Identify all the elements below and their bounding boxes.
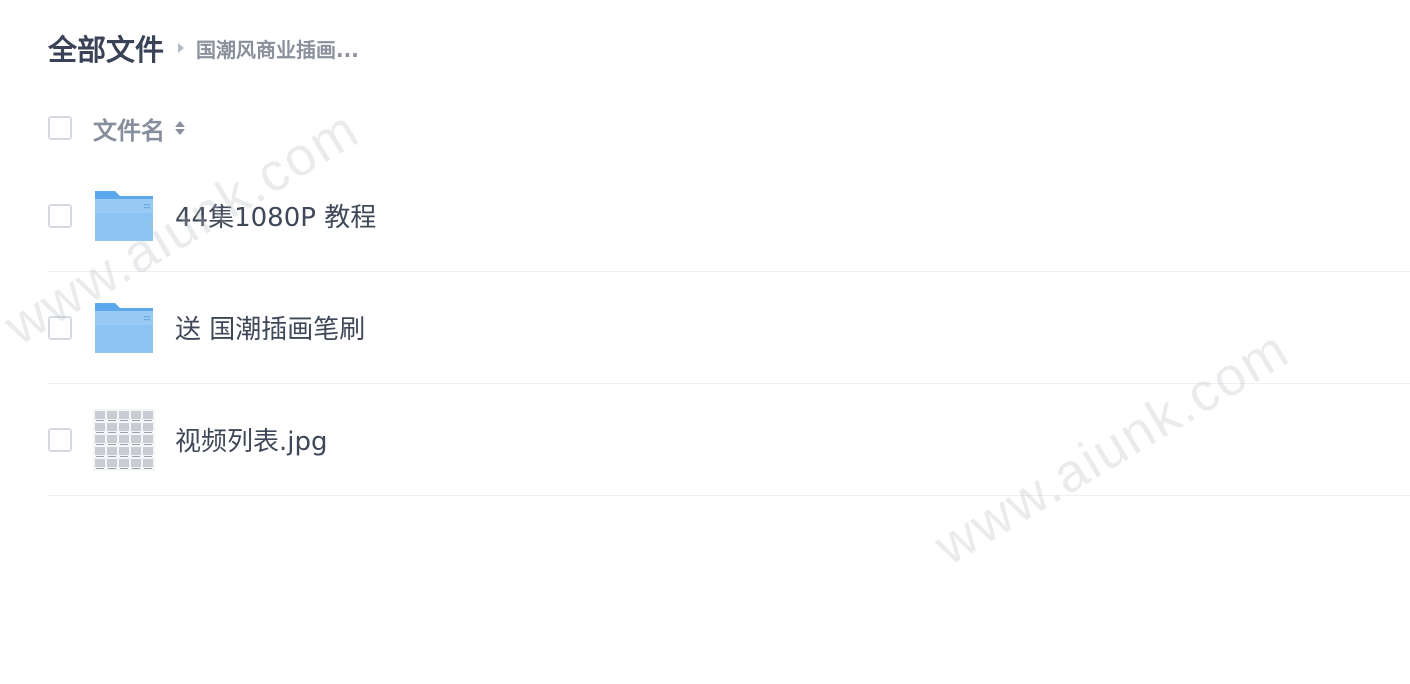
file-row[interactable]: 送 国潮插画笔刷 [48,272,1410,384]
breadcrumb-current[interactable]: 国潮风商业插画... [196,34,359,63]
breadcrumb-separator-icon [178,43,185,53]
sort-icon[interactable] [175,121,185,135]
image-thumbnail-icon [93,408,155,471]
file-row[interactable]: 视频列表.jpg [48,384,1410,496]
file-browser: 全部文件 国潮风商业插画... 文件名 44集1080P 教程 送 国潮插画笔刷… [0,0,1410,684]
folder-icon [95,190,153,241]
list-header: 文件名 [48,108,1410,148]
row-checkbox[interactable] [48,427,72,452]
row-checkbox[interactable] [48,203,72,228]
file-row[interactable]: 44集1080P 教程 [48,160,1410,272]
file-name[interactable]: 44集1080P 教程 [175,197,376,234]
file-name[interactable]: 送 国潮插画笔刷 [175,309,365,346]
folder-icon [95,302,153,353]
select-all-checkbox[interactable] [48,116,72,140]
column-filename[interactable]: 文件名 [93,111,185,146]
column-filename-label: 文件名 [93,116,165,145]
breadcrumb-root[interactable]: 全部文件 [48,27,164,69]
file-list: 44集1080P 教程 送 国潮插画笔刷 视频列表.jpg [48,160,1410,496]
row-checkbox[interactable] [48,315,72,340]
breadcrumb: 全部文件 国潮风商业插画... [48,28,359,68]
file-name[interactable]: 视频列表.jpg [175,421,328,458]
